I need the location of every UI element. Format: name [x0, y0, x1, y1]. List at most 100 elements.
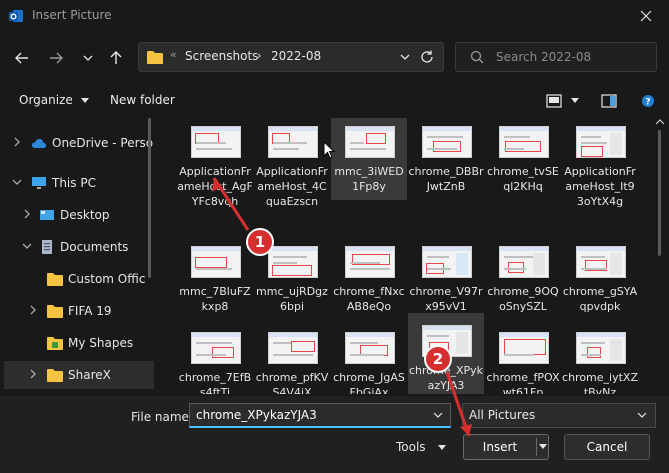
recent-locations-button[interactable] — [76, 46, 100, 70]
arrow-right-icon — [50, 52, 63, 64]
file-tile[interactable]: chrome_V97rx95vV1 — [408, 238, 484, 320]
caret-down-icon[interactable] — [539, 444, 547, 450]
file-thumbnail — [499, 246, 549, 278]
file-name: mmc_ujRDgz6bpi — [256, 285, 328, 313]
file-name: chrome_DBBrJwtZnB — [408, 165, 484, 193]
file-name: mmc_3iWED1Fp8y — [334, 165, 404, 193]
sidebar-item-sharex[interactable]: ShareX — [4, 361, 154, 389]
file-tile[interactable]: chrome_pfKVS4V4jX — [254, 324, 330, 394]
cloud-icon — [32, 139, 46, 148]
sidebar-item-fifa-19[interactable]: FIFA 19 — [4, 297, 154, 325]
chevron-right-icon[interactable] — [12, 137, 22, 147]
up-button[interactable] — [104, 46, 128, 70]
shapes-folder-icon — [47, 337, 63, 350]
sidebar-item-custom-office[interactable]: Custom Offic — [4, 265, 154, 293]
address-bar[interactable]: « Screenshots › 2022-08 — [138, 42, 444, 72]
file-thumbnail — [576, 126, 626, 158]
file-name: chrome_7EfBs4ftTi — [178, 371, 252, 394]
caret-down-icon[interactable] — [438, 445, 446, 451]
desktop-icon — [40, 210, 54, 220]
file-thumbnail — [345, 126, 395, 158]
file-name-input[interactable]: chrome_XPykazYJA3 — [189, 403, 451, 428]
sidebar-item-label: Custom Offic — [68, 272, 146, 286]
sidebar-item-label: OneDrive - Perso — [52, 136, 154, 150]
new-folder-button[interactable]: New folder — [110, 93, 175, 107]
chevron-down-icon[interactable] — [22, 241, 32, 251]
sidebar-scrollbar[interactable] — [148, 118, 151, 278]
preview-pane-icon[interactable] — [601, 94, 617, 108]
file-tile[interactable]: ApplicationFrameHost_4CquaEzscn — [254, 118, 330, 208]
view-options-icon[interactable] — [546, 94, 562, 108]
breadcrumb-2022-08[interactable]: 2022-08 — [271, 49, 321, 63]
file-name: chrome_V97rx95vV1 — [409, 285, 483, 313]
overflow-chevron-icon[interactable]: « — [170, 48, 177, 61]
file-thumbnail — [268, 332, 318, 364]
sidebar-item-documents[interactable]: Documents — [4, 233, 154, 261]
file-tile[interactable]: mmc_7BluFZkxp8 — [177, 238, 253, 320]
svg-text:?: ? — [645, 98, 650, 108]
sidebar-item-onedrive[interactable]: OneDrive - Perso — [4, 129, 154, 157]
breadcrumb-separator-icon[interactable]: › — [257, 49, 261, 62]
file-tile[interactable]: chrome_fPOXwt61Fp — [485, 324, 561, 394]
file-type-value: All Pictures — [469, 408, 536, 422]
chevron-right-icon[interactable] — [28, 369, 38, 379]
organize-button[interactable]: Organize — [19, 93, 89, 107]
file-name: chrome_gSYAqpvdpk — [562, 285, 638, 313]
refresh-icon[interactable] — [419, 49, 435, 65]
back-button[interactable] — [10, 46, 34, 70]
content-scrollbar[interactable] — [658, 130, 661, 256]
insert-label: Insert — [482, 440, 518, 454]
file-thumbnail — [576, 246, 626, 278]
insert-button[interactable]: Insert — [463, 434, 549, 460]
file-tile[interactable]: chrome_gSYAqpvdpk — [562, 238, 638, 320]
window-title: Insert Picture — [32, 8, 112, 22]
tools-button[interactable]: Tools — [396, 440, 426, 454]
chevron-down-icon[interactable] — [399, 50, 411, 64]
folder-icon — [147, 51, 163, 64]
file-grid: ApplicationFrameHost_AgFYFc8vqh Applicat… — [165, 118, 655, 394]
sidebar-item-desktop[interactable]: Desktop — [4, 201, 154, 229]
scroll-up-icon[interactable] — [655, 118, 665, 126]
chevron-right-icon[interactable] — [22, 209, 32, 219]
chevron-down-icon[interactable] — [12, 177, 22, 187]
sidebar-item-label: Desktop — [60, 208, 110, 222]
file-tile[interactable]: chrome_7EfBs4ftTi — [177, 324, 253, 394]
file-thumbnail — [191, 246, 241, 278]
file-tile[interactable]: chrome_9OQoSnySZL — [485, 238, 561, 320]
file-tile[interactable]: mmc_3iWED1Fp8y — [331, 118, 407, 200]
file-name: chrome_9OQoSnySZL — [487, 285, 559, 313]
chevron-down-icon[interactable] — [433, 411, 443, 419]
caret-down-icon[interactable] — [571, 98, 579, 104]
sidebar-item-label: My Shapes — [68, 336, 134, 350]
close-button[interactable] — [628, 4, 664, 28]
file-name-label: File name: — [131, 410, 193, 424]
sidebar-item-my-shapes[interactable]: My Shapes — [4, 329, 154, 357]
file-thumbnail — [268, 126, 318, 158]
file-tile[interactable]: chrome_DBBrJwtZnB — [408, 118, 484, 200]
file-tile[interactable]: chrome_fNxcAB8eQo — [331, 238, 407, 320]
file-tile[interactable]: chrome_tvSEql2KHq — [485, 118, 561, 200]
close-icon — [640, 10, 652, 22]
file-name-value: chrome_XPykazYJA3 — [196, 408, 317, 422]
file-name: chrome_iytXZtByNz — [562, 371, 638, 394]
organize-label: Organize — [19, 93, 73, 107]
file-name: ApplicationFrameHost_It93oYtX4g — [564, 165, 636, 208]
file-tile[interactable]: chrome_JgASFbGjAx — [331, 324, 407, 394]
navigation-bar: « Screenshots › 2022-08 Search 2022-08 — [0, 38, 669, 78]
file-type-select[interactable]: All Pictures — [462, 403, 656, 428]
file-thumbnail — [345, 332, 395, 364]
chevron-right-icon[interactable] — [28, 305, 38, 315]
file-tile[interactable]: ApplicationFrameHost_It93oYtX4g — [562, 118, 638, 208]
insert-picture-dialog: Insert Picture « Screenshots › 2022-08 S… — [0, 0, 669, 473]
file-thumbnail — [499, 332, 549, 364]
forward-button[interactable] — [44, 46, 68, 70]
document-icon — [42, 240, 52, 254]
cancel-button[interactable]: Cancel — [564, 434, 650, 460]
sidebar-item-this-pc[interactable]: This PC — [4, 169, 154, 197]
search-box[interactable]: Search 2022-08 — [455, 42, 657, 72]
file-tile[interactable]: ApplicationFrameHost_AgFYFc8vqh — [177, 118, 253, 208]
help-icon[interactable]: ? — [641, 94, 655, 108]
breadcrumb-screenshots[interactable]: Screenshots — [185, 49, 258, 63]
file-tile[interactable]: chrome_iytXZtByNz — [562, 324, 638, 394]
search-input[interactable]: Search 2022-08 — [496, 50, 591, 64]
